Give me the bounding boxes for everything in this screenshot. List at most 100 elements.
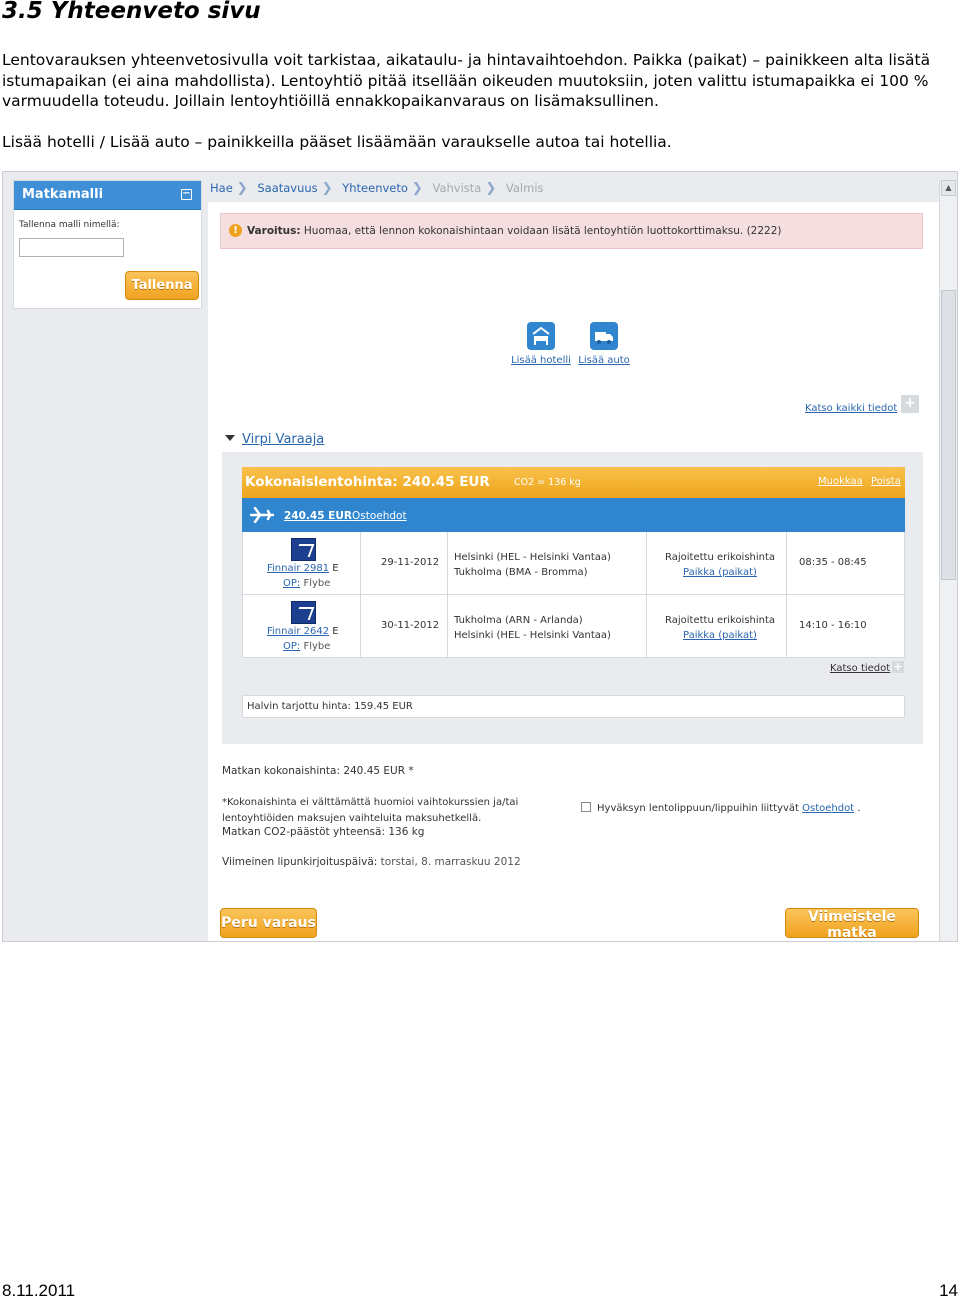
seat-selection-link[interactable]: Paikka (paikat)	[665, 565, 775, 580]
booking-class: E	[329, 626, 339, 637]
collapse-triangle-icon[interactable]	[225, 435, 235, 441]
add-hotel-link[interactable]: Lisää hotelli	[511, 355, 571, 366]
view-details-link[interactable]: Katso tiedot	[830, 663, 890, 674]
column-divider	[447, 532, 448, 595]
expand-plus-icon[interactable]: +	[901, 395, 919, 413]
column-divider	[786, 595, 787, 658]
add-hotel[interactable]: Lisää hotelli	[511, 322, 571, 366]
template-name-input[interactable]	[19, 238, 124, 257]
arrival-airport: Tukholma (BMA - Bromma)	[454, 567, 588, 578]
remove-link[interactable]: Poista	[871, 476, 901, 487]
column-divider	[360, 532, 361, 595]
departure-airport: Helsinki (HEL - Helsinki Vantaa)	[454, 552, 611, 563]
warning-icon: !	[229, 224, 242, 237]
flight-route: Helsinki (HEL - Helsinki Vantaa) Tukholm…	[454, 550, 611, 580]
view-all-details-link[interactable]: Katso kaikki tiedot	[805, 403, 897, 414]
lowest-price: Halvin tarjottu hinta: 159.45 EUR	[242, 695, 905, 718]
page-number: 14	[939, 1281, 958, 1300]
trip-template-title: Matkamalli	[22, 187, 104, 202]
booking-class: E	[329, 563, 339, 574]
minimize-icon[interactable]: −	[181, 189, 192, 200]
flight-date: 29-11-2012	[381, 557, 440, 568]
edit-link[interactable]: Muokkaa	[818, 476, 863, 487]
flight-route: Tukholma (ARN - Arlanda) Helsinki (HEL -…	[454, 613, 611, 643]
operator-label[interactable]: OP:	[283, 641, 300, 652]
trip-total-price: Matkan kokonaishinta: 240.45 EUR *	[222, 765, 414, 777]
booking-summary-screenshot: Matkamalli − Tallenna malli nimellä: Tal…	[2, 171, 958, 942]
warning-label: Varoitus:	[247, 225, 301, 237]
credit-card-fee-warning: ! Varoitus: Huomaa, että lennon kokonais…	[220, 213, 923, 249]
price-note: *Kokonaishinta ei välttämättä huomioi va…	[222, 797, 519, 824]
total-flight-price: Kokonaislentohinta: 240.45 EUR	[245, 474, 490, 490]
terms-link[interactable]: Ostoehdot	[352, 510, 407, 522]
accept-terms-link[interactable]: Ostoehdot	[802, 803, 854, 814]
flight-segment: Finnair 2981 E OP: Flybe 29-11-2012 Hels…	[243, 532, 904, 595]
column-divider	[646, 532, 647, 595]
flight-link[interactable]: Finnair 2642	[267, 626, 329, 637]
price-link[interactable]: 240.45 EUR	[284, 510, 352, 522]
seat-selection-link[interactable]: Paikka (paikat)	[665, 628, 775, 643]
breadcrumb-availability[interactable]: Saatavuus	[257, 181, 317, 195]
chevron-right-icon: ❯	[236, 181, 248, 196]
chevron-right-icon: ❯	[411, 181, 423, 196]
template-name-label: Tallenna malli nimellä:	[19, 220, 120, 230]
accept-terms: Hyväksyn lentolippuun/lippuihin liittyvä…	[581, 802, 860, 814]
car-icon[interactable]	[590, 322, 618, 350]
breadcrumb: Hae ❯ Saatavuus ❯ Yhteenveto ❯ Vahvista ❯ Va…	[210, 181, 548, 196]
finish-trip-button[interactable]: Viimeistele matka	[785, 908, 919, 941]
summary-content: ! Varoitus: Huomaa, että lennon kokonais…	[208, 202, 939, 941]
flight-link[interactable]: Finnair 2981	[267, 563, 329, 574]
intro-paragraph: Lentovarauksen yhteenvetosivulla voit ta…	[2, 51, 931, 110]
operator-label[interactable]: OP:	[283, 578, 300, 589]
save-template-button[interactable]: Tallenna	[125, 271, 199, 300]
fare-info: Rajoitettu erikoishinta Paikka (paikat)	[665, 550, 775, 580]
page-heading: 3.5 Yhteenveto sivu	[2, 0, 261, 24]
hotel-icon[interactable]	[527, 322, 555, 350]
airplane-icon	[250, 507, 274, 523]
flight-date: 30-11-2012	[381, 620, 440, 631]
chevron-right-icon: ❯	[485, 181, 497, 196]
trip-template-header: Matkamalli −	[14, 181, 201, 210]
operator: OP: Flybe	[283, 641, 330, 652]
breadcrumb-done: Valmis	[505, 181, 544, 195]
fare-info: Rajoitettu erikoishinta Paikka (paikat)	[665, 613, 775, 643]
trip-panel: Kokonaislentohinta: 240.45 EUR CO2 = 136…	[222, 452, 923, 744]
finnair-logo-icon	[291, 538, 316, 561]
traveler-name[interactable]: Virpi Varaaja	[242, 432, 324, 447]
expand-plus-icon[interactable]: +	[892, 661, 904, 673]
flight-segments: Finnair 2981 E OP: Flybe 29-11-2012 Hels…	[242, 532, 905, 658]
flight-time: 14:10 - 16:10	[799, 620, 867, 631]
trip-header: Kokonaislentohinta: 240.45 EUR CO2 = 136…	[242, 467, 905, 498]
footer-date: 8.11.2011	[2, 1281, 76, 1300]
breadcrumb-summary[interactable]: Yhteenveto	[342, 181, 408, 195]
trip-co2-total: Matkan CO2-päästöt yhteensä: 136 kg	[222, 826, 425, 838]
arrival-airport: Helsinki (HEL - Helsinki Vantaa)	[454, 630, 611, 641]
warning-text: Huomaa, että lennon kokonaishintaan void…	[300, 225, 782, 237]
column-divider	[447, 595, 448, 658]
vertical-scrollbar[interactable]: ▲	[939, 180, 957, 941]
add-car-link[interactable]: Lisää auto	[574, 355, 634, 366]
breadcrumb-confirm: Vahvista	[432, 181, 482, 195]
flight-number: Finnair 2642 E	[267, 626, 339, 637]
accept-terms-checkbox[interactable]	[581, 802, 591, 812]
operator-name: Flybe	[300, 641, 331, 652]
traveler-toggle[interactable]: Virpi Varaaja	[225, 432, 324, 447]
trip-template-panel: Matkamalli − Tallenna malli nimellä: Tal…	[13, 180, 202, 309]
breadcrumb-search[interactable]: Hae	[210, 181, 233, 195]
chevron-right-icon: ❯	[321, 181, 333, 196]
ticketing-deadline: Viimeinen lipunkirjoituspäivä: torstai, …	[222, 856, 521, 868]
accept-terms-end: .	[854, 803, 861, 814]
fare-type: Rajoitettu erikoishinta	[665, 615, 776, 626]
column-divider	[360, 595, 361, 658]
cancel-booking-button[interactable]: Peru varaus	[220, 908, 317, 938]
scrollbar-thumb[interactable]	[941, 290, 956, 580]
column-divider	[786, 532, 787, 595]
scroll-up-icon[interactable]: ▲	[941, 180, 956, 196]
services-paragraph: Lisää hotelli / Lisää auto – painikkeill…	[2, 133, 672, 151]
departure-airport: Tukholma (ARN - Arlanda)	[454, 615, 583, 626]
deadline-label: Viimeinen lipunkirjoituspäivä:	[222, 856, 378, 868]
finnair-logo-icon	[291, 601, 316, 624]
flight-time: 08:35 - 08:45	[799, 557, 867, 568]
operator-name: Flybe	[300, 578, 331, 589]
add-car[interactable]: Lisää auto	[574, 322, 634, 366]
